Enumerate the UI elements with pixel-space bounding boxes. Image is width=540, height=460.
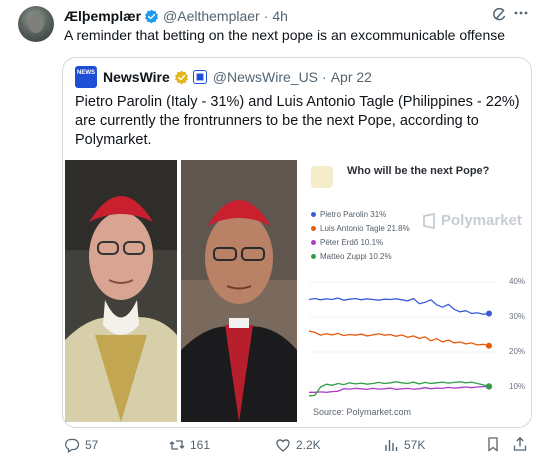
grok-icon[interactable] — [491, 7, 507, 23]
more-options-icon[interactable] — [513, 5, 529, 21]
share-icon[interactable] — [512, 436, 528, 452]
reply-button[interactable]: 57 — [64, 436, 98, 454]
polymarket-chart[interactable]: Who will be the next Pope? Pietro Paroli… — [301, 160, 531, 427]
tweet-header: Ælþemplær @Aelthemplaer · 4h — [64, 7, 288, 25]
tweet-text: A reminder that betting on the next pope… — [64, 27, 506, 43]
repost-button[interactable]: 161 — [169, 436, 210, 454]
quote-media[interactable]: Who will be the next Pope? Pietro Paroli… — [63, 160, 531, 427]
like-button[interactable]: 2.2K — [275, 436, 321, 454]
quoted-tweet[interactable]: NEWS WIRE NewsWire @NewsWire_US · Apr 22… — [62, 57, 532, 428]
author-name[interactable]: Ælþemplær — [64, 8, 141, 24]
views-count: 57K — [404, 438, 426, 452]
avatar-face — [28, 13, 44, 33]
separator-dot: · — [322, 69, 327, 85]
timestamp[interactable]: 4h — [272, 8, 288, 24]
affiliate-badge-icon — [192, 70, 207, 84]
quote-avatar[interactable]: NEWS WIRE — [75, 66, 112, 88]
bookmark-icon[interactable] — [485, 436, 501, 452]
photo-tagle-drawing — [181, 160, 297, 422]
series-end-point-1 — [486, 342, 492, 349]
photo-parolin-drawing — [65, 160, 177, 422]
photo-tagle[interactable] — [181, 160, 297, 422]
chart-plot — [308, 281, 497, 397]
heart-icon — [276, 439, 290, 452]
repost-count: 161 — [190, 438, 211, 452]
photo-parolin[interactable] — [65, 160, 177, 422]
series-end-point-3 — [486, 383, 492, 390]
repost-icon — [169, 440, 185, 450]
tweet[interactable]: Ælþemplær @Aelthemplaer · 4h A reminder … — [0, 0, 540, 460]
series-end-point-0 — [486, 310, 492, 317]
like-count: 2.2K — [296, 438, 321, 452]
avatar[interactable] — [18, 6, 54, 42]
views-chart-icon — [385, 440, 398, 451]
verified-badge-icon — [144, 9, 159, 23]
views-button[interactable]: 57K — [383, 436, 425, 454]
quote-text: Pietro Parolin (Italy - 31%) and Luis An… — [75, 94, 520, 148]
author-handle[interactable]: @Aelthemplaer — [163, 8, 260, 24]
quote-author-handle[interactable]: @NewsWire_US — [213, 69, 318, 85]
quote-timestamp[interactable]: Apr 22 — [331, 69, 372, 85]
reply-count: 57 — [85, 438, 99, 452]
series-line-1 — [308, 330, 490, 347]
series-line-0 — [308, 297, 490, 315]
quote-header: NEWS WIRE NewsWire @NewsWire_US · Apr 22 — [75, 66, 372, 88]
chart-source: Source: Polymarket.com — [313, 407, 412, 417]
quote-author-name[interactable]: NewsWire — [103, 69, 170, 85]
separator-dot: · — [263, 8, 269, 24]
reply-icon — [65, 438, 80, 453]
gold-verified-badge-icon — [174, 70, 188, 84]
